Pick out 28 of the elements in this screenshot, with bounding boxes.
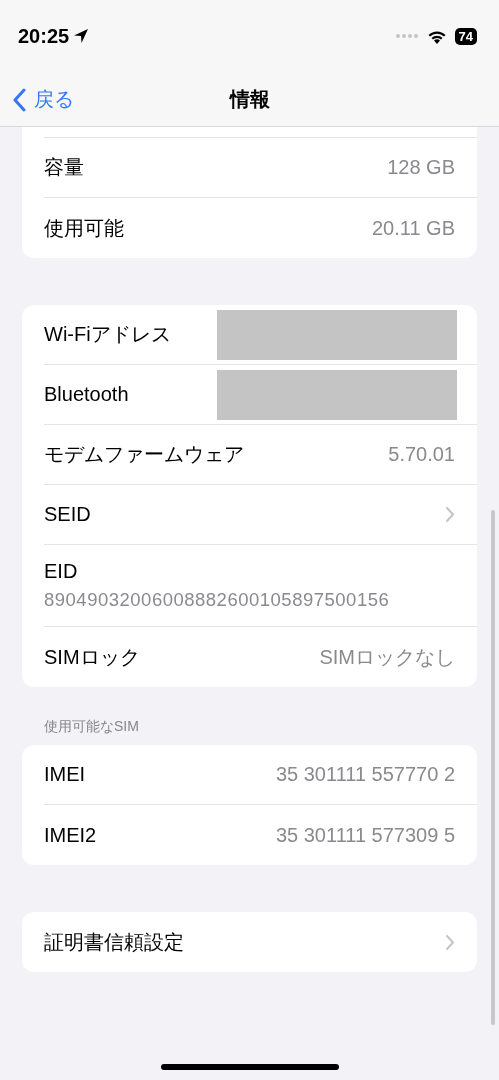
signal-icon xyxy=(394,33,419,39)
row-label: SIMロック xyxy=(44,644,140,670)
row-label: IMEI2 xyxy=(44,823,97,847)
row-value: SIMロックなし xyxy=(319,644,455,670)
row-value: 89049032006008882600105897500156 xyxy=(44,589,390,611)
chevron-right-icon xyxy=(445,933,455,951)
chevron-left-icon xyxy=(12,87,26,112)
row-value: 20.11 GB xyxy=(371,216,455,240)
section-header: 使用可能なSIM xyxy=(43,718,140,736)
page-title: 情報 xyxy=(229,86,270,112)
row-label: 使用可能 xyxy=(44,215,124,241)
back-button[interactable]: 戻る xyxy=(10,84,76,115)
row-label: モデムファームウェア xyxy=(44,442,244,467)
battery-level: 74 xyxy=(454,27,477,45)
row-label[interactable]: SEID xyxy=(44,503,91,526)
row-value: 128 GB xyxy=(387,156,455,179)
row-label: 容量 xyxy=(44,155,84,180)
row-label: Bluetooth xyxy=(44,383,129,406)
row-value: 5.70.01 xyxy=(388,443,455,466)
row-value: 35 301111 577309 5 xyxy=(275,823,455,847)
row-label[interactable]: 証明書信頼設定 xyxy=(44,928,184,956)
location-arrow-icon xyxy=(73,28,90,44)
row-label: Wi-Fiアドレス xyxy=(44,322,171,347)
row-label: IMEI xyxy=(44,763,86,786)
chevron-right-icon xyxy=(445,506,455,523)
row-label: EID xyxy=(44,560,78,583)
row-value: 35 301111 557770 2 xyxy=(275,763,455,786)
status-time: 20:25 xyxy=(18,24,70,48)
